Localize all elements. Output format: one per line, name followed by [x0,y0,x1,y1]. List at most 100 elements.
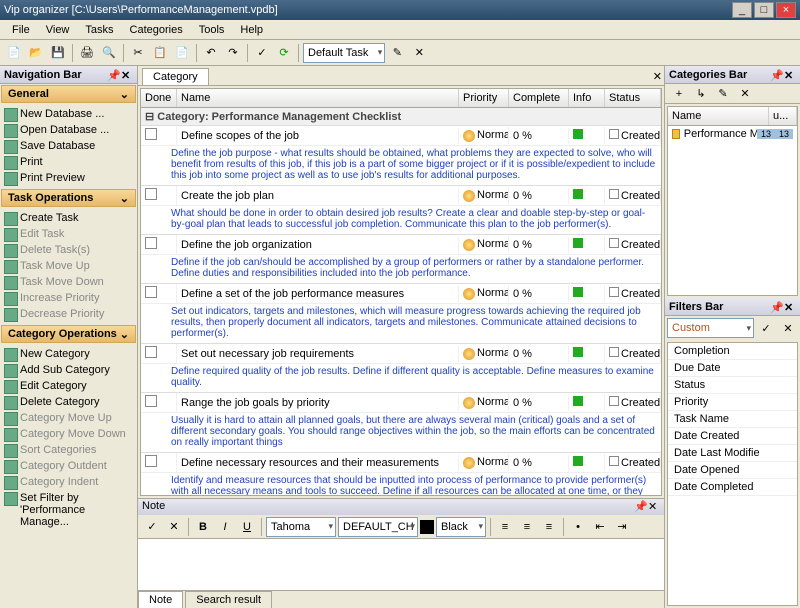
menu-help[interactable]: Help [232,22,271,38]
col-done[interactable]: Done [141,89,177,107]
nav-item[interactable]: Print [2,154,135,170]
menu-tasks[interactable]: Tasks [77,22,121,38]
pin-icon[interactable]: 📌 [634,500,646,512]
task-row[interactable]: Create the job planNormal0 %Created [141,186,661,206]
nav-item[interactable]: New Category [2,346,135,362]
nav-item[interactable]: Edit Category [2,378,135,394]
close-icon[interactable]: ✕ [784,69,796,81]
task-grid[interactable]: Done Name Priority Complete Info Status … [140,88,662,496]
filter-item[interactable]: Priority [668,394,797,411]
save-icon[interactable]: ✓ [142,517,162,537]
done-checkbox[interactable] [145,395,157,407]
undo-icon[interactable]: ↶ [201,43,221,63]
nav-item[interactable]: Create Task [2,210,135,226]
paste-icon[interactable]: 📄 [172,43,192,63]
maximize-button[interactable]: □ [754,2,774,18]
col-status[interactable]: Status [605,89,661,107]
note-editor[interactable] [138,539,664,590]
save-icon[interactable]: 💾 [48,43,68,63]
new-icon[interactable]: 📄 [4,43,24,63]
align-left-icon[interactable]: ≡ [495,517,515,537]
new-cat-icon[interactable]: + [669,84,689,104]
filter-item[interactable]: Date Created [668,428,797,445]
filter-clear-icon[interactable]: ✕ [778,318,798,338]
category-group-row[interactable]: ⊟ Category: Performance Management Check… [141,108,661,126]
menu-file[interactable]: File [4,22,38,38]
filter-item[interactable]: Date Completed [668,479,797,496]
pin-icon[interactable]: 📌 [107,69,119,81]
close-icon[interactable]: ✕ [648,500,660,512]
cancel-icon[interactable]: ✕ [164,517,184,537]
filter-item[interactable]: Date Last Modifie [668,445,797,462]
done-checkbox[interactable] [145,455,157,467]
preview-icon[interactable]: 🔍 [99,43,119,63]
color-combo[interactable]: Black [436,517,486,537]
category-tree[interactable]: Name u... Performance Managemen 13 13 [667,106,798,296]
del-cat-icon[interactable]: ✕ [735,84,755,104]
nav-item[interactable]: Delete Category [2,394,135,410]
task-row[interactable]: Range the job goals by priorityNormal0 %… [141,393,661,413]
task-row[interactable]: Define a set of the job performance meas… [141,284,661,304]
tab-close-icon[interactable]: ✕ [651,68,664,85]
refresh-icon[interactable]: ⟳ [274,43,294,63]
bullets-icon[interactable]: • [568,517,588,537]
edit-cat-icon[interactable]: ✎ [713,84,733,104]
task-row[interactable]: Define scopes of the jobNormal0 %Created [141,126,661,146]
acc-task-ops[interactable]: Task Operations⌄ [1,189,136,207]
nav-item[interactable]: Save Database [2,138,135,154]
cut-icon[interactable]: ✂ [128,43,148,63]
align-right-icon[interactable]: ≡ [539,517,559,537]
delete-icon[interactable]: ✕ [409,43,429,63]
col-name[interactable]: Name [177,89,459,107]
size-combo[interactable]: DEFAULT_CH [338,517,418,537]
menu-tools[interactable]: Tools [191,22,233,38]
edit-icon[interactable]: ✎ [387,43,407,63]
nav-item[interactable]: Print Preview [2,170,135,186]
outdent-icon[interactable]: ⇤ [590,517,610,537]
bold-icon[interactable]: B [193,517,213,537]
close-icon[interactable]: ✕ [121,69,133,81]
menu-view[interactable]: View [38,22,78,38]
nav-item[interactable]: Add Sub Category [2,362,135,378]
sub-cat-icon[interactable]: ↳ [691,84,711,104]
pin-icon[interactable]: 📌 [770,301,782,313]
underline-icon[interactable]: U [237,517,257,537]
filter-item[interactable]: Completion [668,343,797,360]
font-combo[interactable]: Tahoma [266,517,336,537]
filter-item[interactable]: Status [668,377,797,394]
close-button[interactable]: × [776,2,796,18]
tree-col-u[interactable]: u... [769,107,797,125]
filter-item[interactable]: Task Name [668,411,797,428]
minimize-button[interactable]: _ [732,2,752,18]
open-icon[interactable]: 📂 [26,43,46,63]
italic-icon[interactable]: I [215,517,235,537]
close-icon[interactable]: ✕ [784,301,796,313]
align-center-icon[interactable]: ≡ [517,517,537,537]
filter-apply-icon[interactable]: ✓ [756,318,776,338]
menu-categories[interactable]: Categories [122,22,191,38]
nav-item[interactable]: Set Filter by 'Performance Manage... [2,490,135,530]
filter-item[interactable]: Date Opened [668,462,797,479]
default-task-combo[interactable]: Default Task [303,43,385,63]
tab-search-result[interactable]: Search result [185,591,272,608]
acc-cat-ops[interactable]: Category Operations⌄ [1,325,136,343]
task-icon[interactable]: ✓ [252,43,272,63]
done-checkbox[interactable] [145,286,157,298]
acc-general[interactable]: General⌄ [1,85,136,103]
task-row[interactable]: Set out necessary job requirementsNormal… [141,344,661,364]
done-checkbox[interactable] [145,128,157,140]
done-checkbox[interactable] [145,188,157,200]
color-swatch[interactable] [420,520,434,534]
pin-icon[interactable]: 📌 [770,69,782,81]
copy-icon[interactable]: 📋 [150,43,170,63]
col-priority[interactable]: Priority [459,89,509,107]
indent-icon[interactable]: ⇥ [612,517,632,537]
nav-item[interactable]: Open Database ... [2,122,135,138]
tab-category[interactable]: Category [142,68,209,85]
done-checkbox[interactable] [145,237,157,249]
col-complete[interactable]: Complete [509,89,569,107]
filter-item[interactable]: Due Date [668,360,797,377]
tree-item[interactable]: Performance Managemen 13 13 [668,126,797,142]
redo-icon[interactable]: ↷ [223,43,243,63]
tab-note[interactable]: Note [138,591,183,608]
